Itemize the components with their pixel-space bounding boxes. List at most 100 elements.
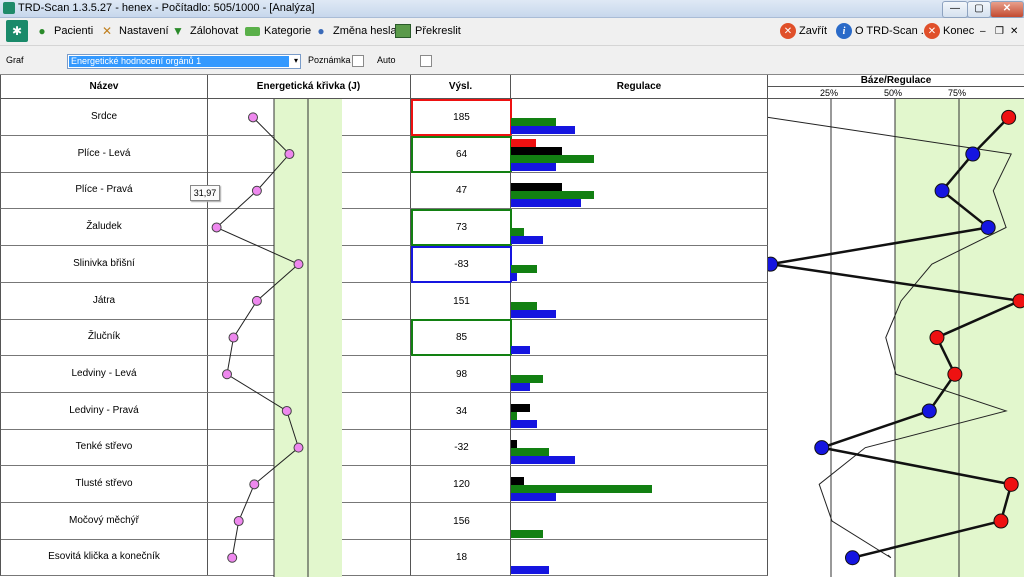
regulace-bar-black	[511, 477, 524, 485]
regulace-bar-green	[511, 485, 652, 493]
baze-point-red	[929, 330, 945, 346]
regulace-bar-blue	[511, 126, 575, 134]
redraw-icon	[394, 22, 412, 40]
result-cell: 185	[411, 99, 512, 136]
organ-name: Srdce	[0, 99, 208, 136]
organ-name: Tenké střevo	[0, 429, 208, 467]
regulace-bar-green	[511, 118, 556, 126]
regulace-bar-green	[511, 154, 594, 163]
baze-point-red	[947, 366, 963, 382]
close-window-button[interactable]: ✕	[990, 1, 1024, 18]
regulace-bar-blue	[511, 419, 537, 428]
regulace-bar-blue	[511, 566, 549, 575]
auto-label: Auto	[377, 55, 396, 65]
result-value: 73	[411, 209, 512, 247]
prekreslit-button[interactable]: Překreslit	[394, 20, 461, 42]
organ-name: Tlusté střevo	[0, 466, 208, 503]
regulace-bar-blue	[511, 272, 517, 281]
maximize-button[interactable]: ▢	[967, 1, 991, 18]
info-icon: i	[836, 23, 852, 39]
result-value: 34	[455, 405, 468, 417]
header-vysl: Výsl.	[411, 75, 511, 99]
regulace-bar-black	[511, 403, 530, 412]
analysis-grid: Název Energetická křivka (J) Výsl. Regul…	[0, 74, 1024, 577]
energy-curve-chart	[211, 99, 342, 577]
baze-point-red	[1001, 109, 1017, 125]
regulace-cell	[511, 466, 768, 503]
organ-name: Játra	[0, 282, 208, 320]
category-icon	[243, 22, 261, 40]
result-value: 185	[411, 99, 512, 136]
home-button[interactable]: ✱	[6, 20, 31, 42]
organ-name: Plíce - Levá	[0, 135, 208, 173]
baze-point-red	[993, 513, 1009, 529]
result-value: 98	[455, 368, 468, 380]
result-cell: 18	[411, 539, 511, 577]
result-cell: 156	[411, 502, 511, 540]
app-icon	[3, 2, 15, 14]
regulace-bar-black	[511, 440, 517, 449]
graf-select-value: Energetické hodnocení orgánů 1	[69, 56, 289, 67]
nastaveni-button[interactable]: ✕ Nastavení	[98, 20, 169, 42]
mdi-close-button[interactable]: ✕	[1010, 20, 1018, 42]
header-regulace: Regulace	[511, 75, 768, 99]
result-value: 18	[455, 552, 468, 564]
graf-label: Graf	[6, 55, 24, 65]
regulace-cell	[511, 135, 768, 173]
result-cell: 34	[411, 392, 511, 430]
exit-icon: ✕	[924, 23, 940, 39]
organ-name: Žlučník	[0, 319, 208, 357]
regulace-cell	[511, 245, 768, 283]
minimize-button[interactable]: —	[942, 1, 968, 18]
result-value: 64	[411, 135, 512, 173]
energy-curve-point	[284, 149, 295, 160]
pacienti-button[interactable]: ● Pacienti	[33, 20, 93, 42]
graf-select[interactable]: Energetické hodnocení orgánů 1 ▾	[67, 54, 301, 69]
organ-name: Plíce - Pravá	[0, 172, 208, 210]
regulace-cell	[511, 502, 768, 540]
result-value: 85	[411, 319, 512, 357]
result-cell: 98	[411, 355, 511, 393]
tick-75: 75%	[948, 88, 967, 98]
regulace-cell	[511, 99, 768, 136]
auto-checkbox[interactable]	[420, 55, 432, 67]
energy-curve-point	[293, 259, 304, 270]
window-title: TRD-Scan 1.3.5.27 - henex - Počítadlo: 5…	[18, 2, 315, 14]
result-value: 120	[453, 479, 470, 490]
zmena-hesla-button[interactable]: ● Změna hesla	[312, 20, 396, 42]
regulace-bar-blue	[511, 199, 581, 208]
value-tooltip: 31,97	[190, 185, 220, 201]
zalohovat-button[interactable]: ▼ Zálohovat	[169, 20, 238, 42]
kategorie-button[interactable]: Kategorie	[243, 20, 311, 42]
chevron-down-icon[interactable]: ▾	[294, 56, 298, 65]
energy-curve-point	[251, 185, 262, 196]
regulace-bar-blue	[511, 236, 543, 245]
regulace-bar-blue	[511, 493, 556, 501]
baze-point-red	[1003, 476, 1019, 492]
regulace-cell	[511, 282, 768, 320]
baze-point-red	[1012, 293, 1024, 309]
regulace-bar-black	[511, 146, 562, 155]
regulace-cell	[511, 209, 768, 247]
energy-curve-point	[233, 516, 244, 527]
body-scan-icon: ✱	[6, 20, 28, 42]
mdi-restore-button[interactable]: ❐	[995, 20, 1004, 42]
energy-curve-point	[228, 332, 239, 343]
energy-curve-point	[227, 552, 238, 563]
options-bar: Graf Energetické hodnocení orgánů 1 ▾ Po…	[0, 46, 1024, 75]
baze-point-blue	[768, 256, 779, 272]
regulace-cell	[511, 429, 768, 467]
energy-curve-point	[211, 222, 222, 233]
tick-25: 25%	[820, 88, 839, 98]
patients-icon: ●	[38, 24, 46, 38]
result-cell: 85	[411, 319, 512, 357]
zavrit-button[interactable]: ✕ Zavřít	[780, 20, 827, 42]
poznamka-checkbox[interactable]	[352, 55, 364, 67]
regulace-bar-blue	[511, 162, 556, 171]
backup-icon: ▼	[172, 24, 184, 38]
konec-button[interactable]: ✕ Konec	[924, 20, 974, 42]
mdi-minimize-button[interactable]: –	[980, 20, 986, 42]
about-button[interactable]: i O TRD-Scan ...	[836, 20, 930, 42]
header-nazev: Název	[0, 75, 208, 99]
result-value: 151	[453, 295, 470, 307]
